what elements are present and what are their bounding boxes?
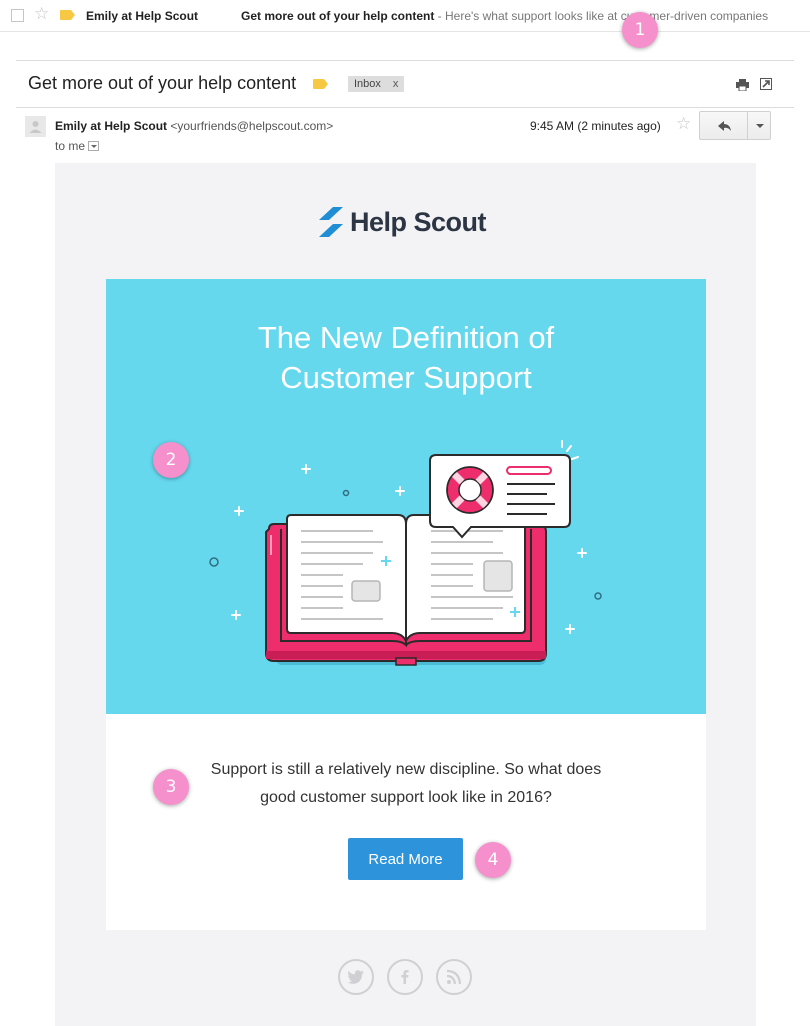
reply-button[interactable] bbox=[699, 111, 748, 140]
divider bbox=[16, 107, 794, 108]
inbox-message-row[interactable]: ☆ Emily at Help Scout Get more out of yo… bbox=[0, 0, 810, 32]
inbox-subject: Get more out of your help content bbox=[241, 9, 435, 23]
open-book-illustration bbox=[209, 440, 602, 666]
rss-icon[interactable] bbox=[436, 959, 472, 995]
label-chip-text: Inbox bbox=[354, 78, 381, 90]
inbox-subject-line: Get more out of your help content - Here… bbox=[241, 9, 768, 23]
help-scout-logo: Help Scout bbox=[316, 204, 487, 240]
sender-email: <yourfriends@helpscout.com> bbox=[170, 119, 334, 133]
select-checkbox[interactable] bbox=[11, 9, 24, 22]
recipient-line: to me bbox=[55, 139, 100, 153]
annotation-marker: 1 bbox=[622, 12, 658, 48]
divider bbox=[16, 60, 794, 61]
annotation-marker: 3 bbox=[153, 769, 189, 805]
avatar bbox=[25, 116, 46, 137]
annotation-marker: 4 bbox=[475, 842, 511, 878]
content-card bbox=[106, 714, 706, 930]
show-details-dropdown[interactable] bbox=[88, 140, 100, 151]
body-text: Support is still a relatively new discip… bbox=[106, 756, 706, 812]
body-text-line: good customer support look like in 2016? bbox=[260, 789, 552, 806]
message-subject: Get more out of your help content bbox=[28, 73, 297, 93]
body-text-line: Support is still a relatively new discip… bbox=[210, 761, 602, 778]
twitter-icon[interactable] bbox=[338, 959, 374, 995]
annotation-marker: 2 bbox=[153, 442, 189, 478]
message-sender[interactable]: Emily at Help Scout <yourfriends@helpsco… bbox=[55, 119, 333, 133]
label-tag-icon bbox=[60, 10, 75, 20]
facebook-icon[interactable] bbox=[387, 959, 423, 995]
reply-icon bbox=[718, 121, 731, 131]
remove-label-button[interactable]: x bbox=[393, 78, 399, 90]
brand-name: Help Scout bbox=[350, 206, 487, 237]
help-scout-mark-icon bbox=[319, 207, 343, 237]
message-timestamp: 9:45 AM (2 minutes ago) bbox=[530, 119, 661, 133]
print-icon[interactable] bbox=[736, 79, 749, 91]
inbox-snippet: - Here's what support looks like at cust… bbox=[434, 9, 769, 23]
new-window-icon[interactable] bbox=[760, 78, 772, 90]
lifebuoy-icon bbox=[446, 466, 494, 514]
recipient-text: to me bbox=[55, 139, 86, 153]
person-icon bbox=[29, 121, 42, 133]
sender-name: Emily at Help Scout bbox=[55, 119, 168, 133]
label-tag-icon[interactable] bbox=[313, 79, 328, 89]
inbox-label-chip[interactable]: Inbox x bbox=[348, 76, 405, 92]
star-icon[interactable]: ☆ bbox=[34, 5, 49, 22]
more-actions-button[interactable] bbox=[747, 111, 771, 140]
star-icon[interactable]: ☆ bbox=[676, 115, 691, 132]
read-more-button[interactable]: Read More bbox=[348, 838, 463, 880]
inbox-sender: Emily at Help Scout bbox=[86, 9, 199, 23]
